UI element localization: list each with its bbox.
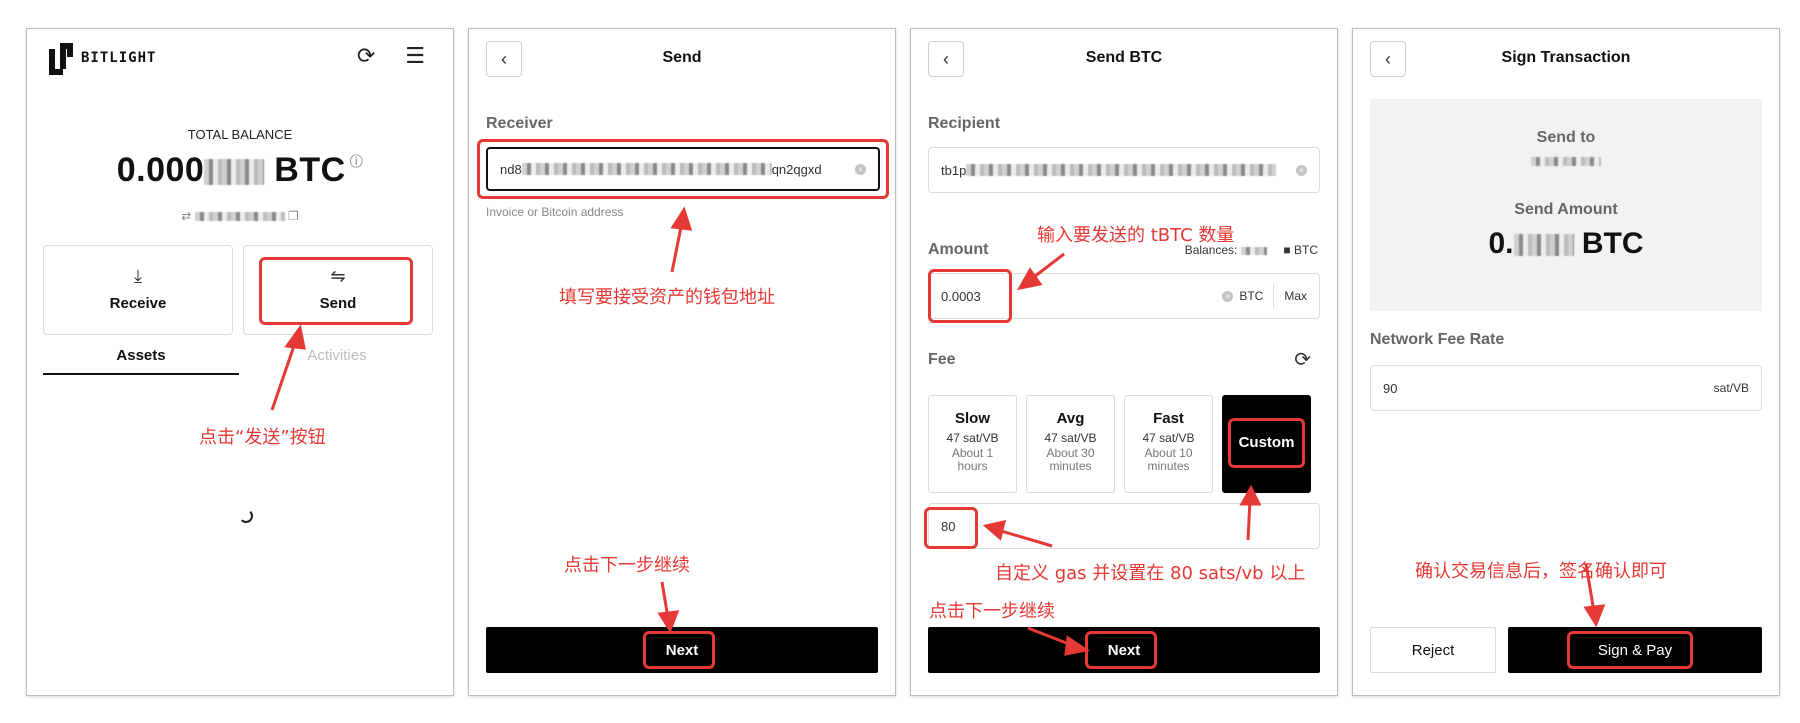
fee-option-custom[interactable]: Custom [1222,395,1311,493]
send-to-label: Send to [1536,129,1596,146]
logo-text: BITLIGHT [81,50,157,66]
recipient-label: Recipient [928,115,1001,132]
info-icon[interactable]: ⓘ [346,154,364,169]
fee-option-fast[interactable]: Fast 47 sat/VB About 10 minutes [1124,395,1213,493]
next-button[interactable]: Next [486,627,878,673]
annotation-fill-address: 填写要接受资产的钱包地址 [559,287,775,308]
custom-fee-input[interactable]: 80 [928,503,1320,549]
page-title: Send [662,49,702,66]
reject-button[interactable]: Reject [1370,627,1496,673]
page-title: Sign Transaction [1501,49,1631,66]
fee-option-slow[interactable]: Slow 47 sat/VB About 1 hours [928,395,1017,493]
send-to-address [1370,153,1762,171]
transaction-summary: Send to Send Amount 0. BTC [1370,99,1762,311]
copy-icon[interactable]: ❐ [288,209,299,223]
refresh-icon[interactable]: ⟳ [357,43,375,69]
send-btc-panel: ‹ Send BTC Recipient tb1p × 输入要发送的 tBTC … [910,28,1338,696]
annotation-confirm-sign: 确认交易信息后，签名确认即可 [1415,561,1667,582]
fee-option-avg[interactable]: Avg 47 sat/VB About 30 minutes [1026,395,1115,493]
receiver-label: Receiver [486,115,553,132]
send-button[interactable]: ⇋ Send [243,245,433,335]
menu-icon[interactable]: ☰ [405,43,425,69]
page-title: Send BTC [1085,49,1163,66]
balances-display: Balances: ■ BTC [1184,243,1318,257]
clear-icon[interactable]: × [1222,290,1234,302]
swap-icon: ⇄ [181,209,192,223]
clear-icon[interactable]: × [1296,164,1307,176]
sign-transaction-panel: ‹ Sign Transaction Send to Send Amount 0… [1352,28,1780,696]
next-button[interactable]: Next [928,627,1320,673]
max-button[interactable]: Max [1284,289,1307,303]
wallet-home-panel: BITLIGHT ⟳ ☰ TOTAL BALANCE 0.000 BTC ⓘ ⇄… [26,28,454,696]
tab-assets[interactable]: Assets [43,341,239,375]
receive-button[interactable]: ⤓ Receive [43,245,233,335]
total-balance-value: 0.000 BTC ⓘ [116,151,364,189]
download-icon: ⤓ [134,266,142,286]
send-amount-label: Send Amount [1514,201,1618,218]
amount-label: Amount [928,241,989,258]
bitlight-logo: BITLIGHT [47,41,156,75]
annotation-click-next: 点击下一步继续 [929,601,1055,622]
sign-and-pay-button[interactable]: Sign & Pay [1508,627,1762,673]
fee-label: Fee [928,351,956,368]
annotation-click-send: 点击“发送”按钮 [199,427,326,448]
refresh-icon[interactable]: ⟳ [1294,347,1311,372]
amount-input[interactable]: 0.0003 × BTC Max [928,273,1320,319]
wallet-address[interactable]: ⇄ ❐ [27,209,453,223]
total-balance-label: TOTAL BALANCE [187,127,293,142]
receiver-hint: Invoice or Bitcoin address [486,205,624,219]
bitlight-logo-icon [47,41,75,75]
annotation-custom-gas: 自定义 gas 并设置在 80 sats/vb 以上 [995,563,1306,584]
fee-rate-label: Network Fee Rate [1370,331,1505,348]
receiver-input[interactable]: nd8 qn2qgxd × [486,147,880,191]
btc-icon: ■ [1283,243,1291,257]
loading-spinner-icon [239,509,253,523]
send-amount-value: 0. BTC [1488,227,1644,260]
annotation-click-next: 点击下一步继续 [564,555,690,576]
transfer-arrows-icon: ⇋ [330,266,346,286]
fee-rate-input[interactable]: 90 sat/VB [1370,365,1762,411]
send-panel: ‹ Send Receiver nd8 qn2qgxd × Invoice or… [468,28,896,696]
clear-icon[interactable]: × [855,163,866,175]
recipient-input[interactable]: tb1p × [928,147,1320,193]
tab-activities[interactable]: Activities [239,341,435,364]
